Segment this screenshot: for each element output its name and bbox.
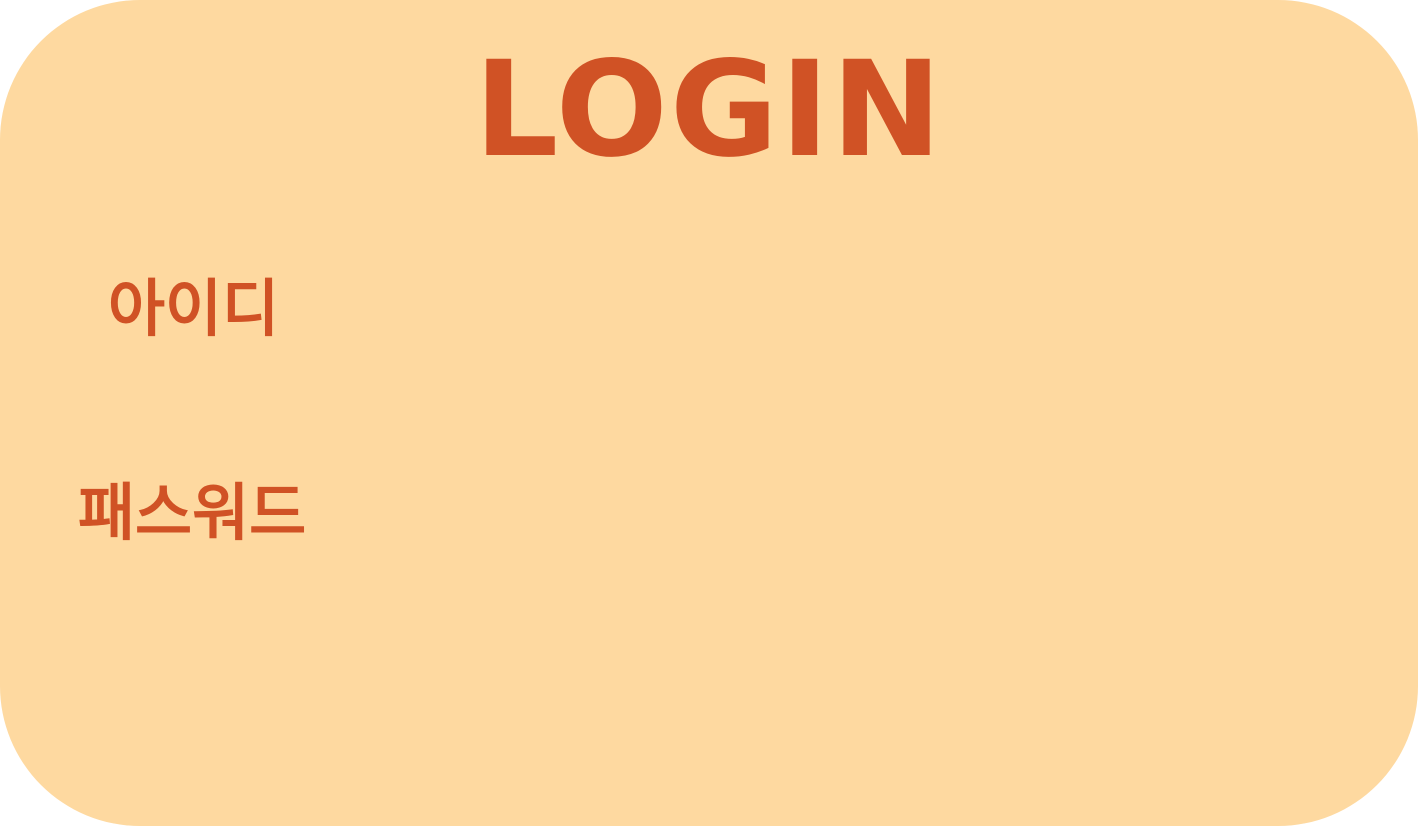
password-input[interactable] (360, 474, 1320, 554)
login-card: LOGIN 아이디 패스워드 (0, 0, 1418, 826)
password-label: 패스워드 (78, 476, 307, 549)
id-input[interactable] (360, 270, 1320, 350)
login-title: LOGIN (474, 33, 944, 187)
id-label: 아이디 (108, 272, 280, 345)
